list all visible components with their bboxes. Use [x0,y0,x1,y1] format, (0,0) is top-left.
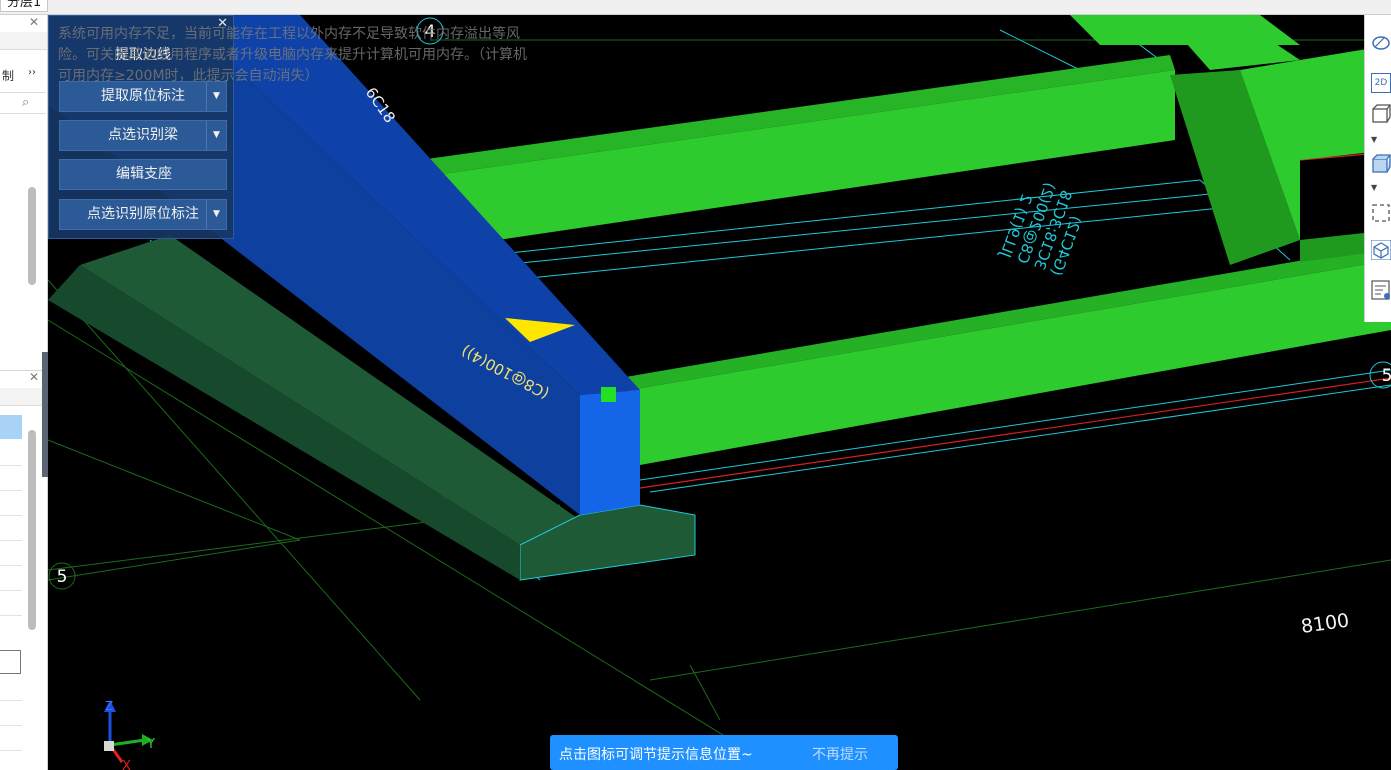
dock-pane1-label: 制 [2,69,15,83]
properties-list-icon[interactable] [1371,280,1391,300]
floor-tab[interactable]: 分层1 [0,0,49,12]
dock-pane2-close-icon[interactable]: ✕ [29,370,39,384]
pick-recognize-beam-button[interactable]: 点选识别梁 ▼ [59,120,227,151]
select-region-icon[interactable] [1371,203,1391,223]
dock-search-field[interactable]: ⌕ [0,92,46,114]
top-strip: 分层1 [0,0,1391,15]
solid-box-icon[interactable] [1371,153,1391,173]
edit-support-button[interactable]: 编辑支座 [59,159,227,190]
dock-pane1-close-icon[interactable]: ✕ [29,15,39,29]
2d-view-icon[interactable]: 2D [1371,73,1391,93]
search-icon[interactable]: ⌕ [22,95,29,110]
hint-text: 点击图标可调节提示信息位置~ [559,747,753,763]
pick-recognize-inplace-annotation-button[interactable]: 点选识别原位标注 ▼ [59,199,227,230]
chevron-down-icon[interactable]: ▼ [206,121,226,150]
3d-box-icon[interactable] [1371,103,1391,123]
chevron-down-icon[interactable]: ▼ [1371,183,1391,203]
dock-pane2-scrollbar[interactable] [28,430,36,630]
edit-support-label: 编辑支座 [116,166,172,182]
dock-checkbox[interactable] [0,650,21,674]
3d-cube-icon[interactable] [1371,240,1391,260]
orbit-icon[interactable] [1371,33,1391,53]
right-view-toolbar: 2D ▼ ▼ [1364,15,1391,322]
left-dock: ✕ 制 ›› ⌕ ✕ [0,15,48,770]
chevron-down-icon[interactable]: ▼ [206,200,226,229]
chevron-down-icon[interactable]: ▼ [1371,135,1391,155]
dock-expand-icon[interactable]: ›› [28,67,36,78]
dock-pane1-header [0,32,47,50]
pick-recognize-inplace-annotation-label: 点选识别原位标注 [87,206,199,222]
dock-pane1-scrollbar[interactable] [28,187,36,285]
dock-pane2-header [0,388,47,406]
dock-selected-row[interactable] [0,415,22,439]
pick-recognize-beam-label: 点选识别梁 [108,127,178,143]
hint-message-bar[interactable]: 点击图标可调节提示信息位置~ 不再提示 [550,735,898,770]
dock-splitter[interactable] [42,352,48,477]
memory-warning-text: 系统可用内存不足，当前可能存在工程以外内存不足导致软件内存溢出等风险。可关闭其他… [58,26,527,84]
dont-show-again-link[interactable]: 不再提示 [812,744,868,764]
